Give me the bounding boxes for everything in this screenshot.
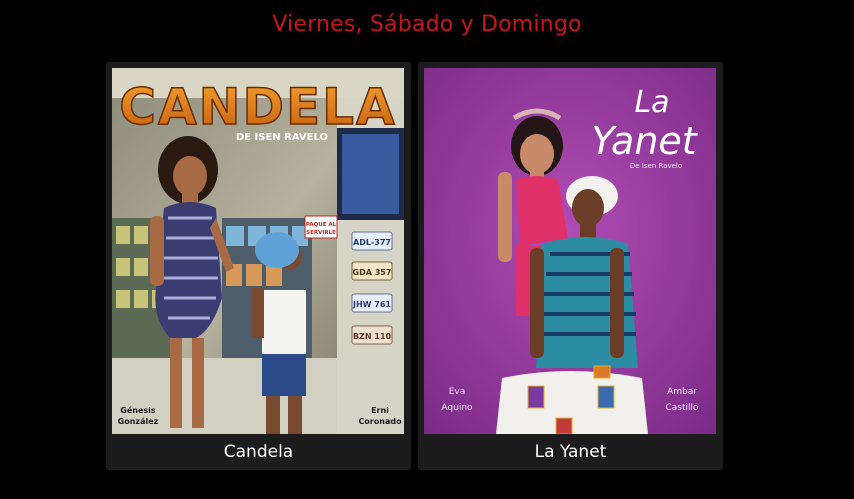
- store-sign-line1: PAQUE AL: [306, 222, 337, 228]
- cast-name-2-last: Castillo: [665, 403, 699, 413]
- poster-logo-line2: Yanet: [591, 119, 698, 163]
- cast-name-1-first: Eva: [449, 387, 466, 397]
- section-heading: Viernes, Sábado y Domingo: [272, 12, 582, 37]
- poster-logo: CANDELA: [119, 78, 396, 136]
- cast-name-2-first: Ambar: [667, 387, 697, 397]
- card-title-la-yanet[interactable]: La Yanet: [418, 434, 723, 470]
- show-card-la-yanet[interactable]: La Yanet De Isen Ravelo Eva Aquino Ambar…: [418, 62, 723, 470]
- cast-name-1-first: Génesis: [120, 405, 156, 415]
- show-card-candela[interactable]: CANDELA DE ISEN RAVELO PAQUE AL SERVIRLE…: [106, 62, 411, 470]
- poster-logo-line1: La: [634, 85, 669, 120]
- poster-candela[interactable]: CANDELA DE ISEN RAVELO PAQUE AL SERVIRLE…: [112, 68, 404, 434]
- poster-byline-yanet: De Isen Ravelo: [630, 162, 682, 170]
- tarot-table: [496, 365, 648, 434]
- store-sign-line2: SERVIRLE: [306, 230, 336, 236]
- poster-la-yanet-art: La Yanet De Isen Ravelo Eva Aquino Ambar…: [424, 68, 716, 434]
- plate-2: GDA 357: [353, 268, 392, 277]
- poster-byline: DE ISEN RAVELO: [236, 132, 328, 143]
- card-title-candela[interactable]: Candela: [106, 434, 411, 470]
- plate-4: BZN 110: [353, 332, 392, 341]
- cast-name-2-first: Erni: [371, 406, 389, 415]
- cast-name-1-last: Aquino: [441, 403, 473, 413]
- poster-la-yanet[interactable]: La Yanet De Isen Ravelo Eva Aquino Ambar…: [424, 68, 716, 434]
- poster-candela-art: CANDELA DE ISEN RAVELO PAQUE AL SERVIRLE…: [112, 68, 404, 434]
- plate-3: JHW 761: [352, 300, 391, 309]
- cast-name-1-last: González: [118, 417, 159, 426]
- plate-1: ADL-377: [353, 238, 391, 247]
- cast-name-2-last: Coronado: [358, 417, 402, 426]
